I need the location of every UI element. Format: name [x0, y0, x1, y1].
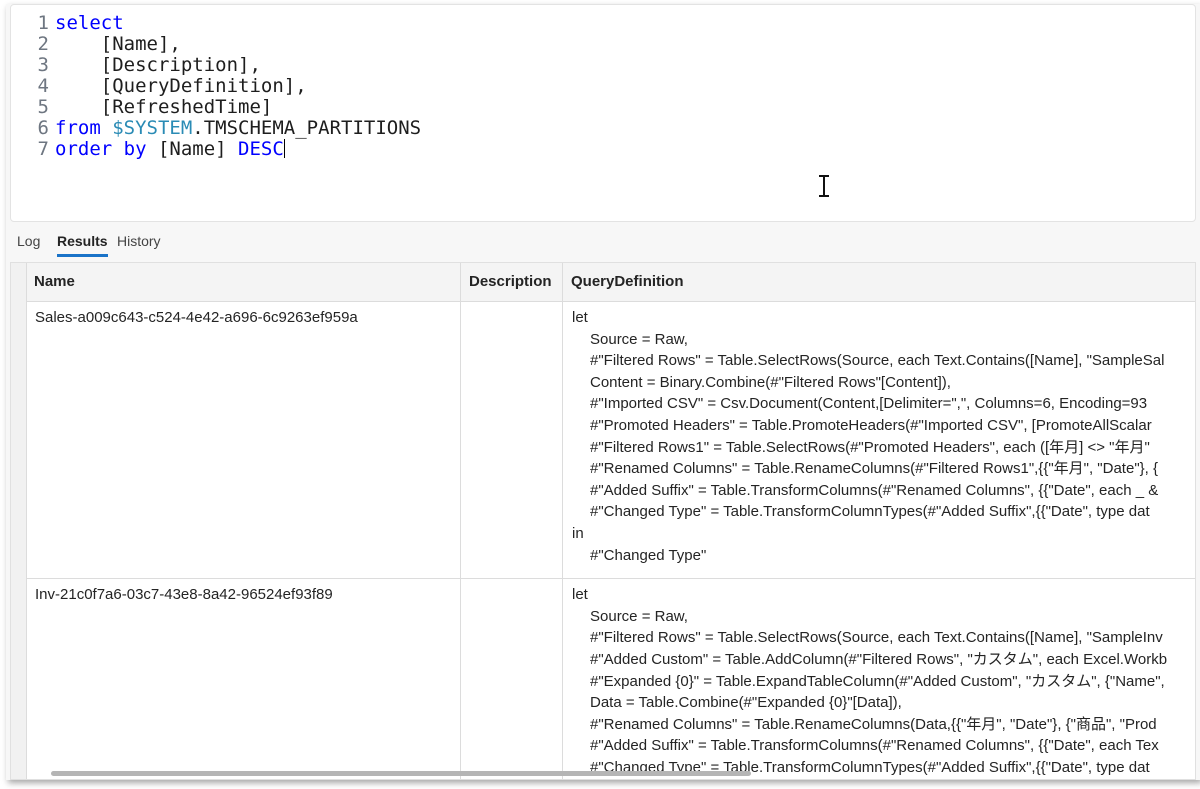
sql-keyword: select [55, 12, 124, 34]
query-line: #"Changed Type" = Table.TransformColumnT… [590, 503, 1150, 521]
line-number: 3 [37, 54, 49, 76]
ibeam-cursor-icon [818, 175, 830, 197]
query-line: Data = Table.Combine(#"Expanded {0}"[Dat… [590, 694, 902, 712]
query-line: #"Filtered Rows" = Table.SelectRows(Sour… [590, 352, 1165, 370]
query-line: #"Changed Type" [590, 546, 707, 564]
sql-keyword: from [55, 117, 101, 139]
query-line: Source = Raw, [590, 330, 688, 348]
tab-history[interactable]: History [117, 233, 161, 254]
query-line: #"Promoted Headers" = Table.PromoteHeade… [590, 416, 1152, 434]
text-caret [283, 139, 285, 158]
sql-system-variable: $SYSTEM [112, 117, 193, 139]
query-line: in [572, 524, 584, 542]
query-line: #"Imported CSV" = Csv.Document(Content,[… [590, 395, 1148, 413]
sql-keyword: DESC [238, 138, 284, 160]
sql-keyword: order by [55, 138, 147, 160]
line-number: 6 [37, 117, 49, 139]
tab-results[interactable]: Results [57, 233, 108, 257]
table-row[interactable]: Inv-21c0f7a6-03c7-43e8-8a42-96524ef93f89… [11, 578, 1195, 779]
line-number: 7 [37, 138, 49, 160]
results-grid: Name Description QueryDefinition Sales-a… [10, 262, 1196, 780]
query-line: #"Expanded {0}" = Table.ExpandTableColum… [590, 672, 1165, 690]
code-text: [Description], [100, 54, 261, 76]
query-window: 1 select 2 [Name], 3 [Description], 4 [Query… [6, 4, 1200, 780]
query-line: Content = Binary.Combine(#"Filtered Rows… [590, 373, 951, 391]
query-editor[interactable]: 1 select 2 [Name], 3 [Description], 4 [Query… [10, 4, 1196, 222]
query-line: #"Filtered Rows1" = Table.SelectRows(#"P… [590, 438, 1150, 456]
cell-description[interactable] [461, 578, 563, 779]
line-number: 2 [37, 33, 49, 55]
row-header-corner [11, 263, 27, 301]
cell-querydefinition[interactable]: let Source = Raw, #"Filtered Rows" = Table… [563, 301, 1195, 578]
code-text: [QueryDefinition], [100, 75, 307, 97]
query-line: #"Renamed Columns" = Table.RenameColumns… [590, 460, 1159, 478]
query-line: Source = Raw, [590, 607, 688, 625]
query-line: #"Filtered Rows" = Table.SelectRows(Sour… [590, 629, 1163, 647]
query-line: #"Added Custom" = Table.AddColumn(#"Filt… [590, 650, 1168, 668]
cell-description[interactable] [461, 301, 563, 579]
grid-header: Name Description QueryDefinition [11, 263, 1195, 302]
horizontal-scrollbar[interactable] [51, 771, 751, 776]
code-line: 2 [Name], [11, 34, 181, 55]
code-text: [Name], [100, 33, 181, 55]
column-header-description[interactable]: Description [461, 263, 563, 301]
code-text: from $SYSTEM.TMSCHEMA_PARTITIONS [55, 117, 422, 139]
code-line: 1 select [11, 13, 124, 34]
query-line: #"Renamed Columns" = Table.RenameColumns… [590, 715, 1157, 733]
code-text: select [49, 13, 124, 34]
code-text: order by [Name] DESC [55, 138, 285, 160]
code-line: 7 order by [Name] DESC [11, 139, 285, 160]
code-line: 4 [QueryDefinition], [11, 76, 307, 97]
query-line: #"Added Suffix" = Table.TransformColumns… [590, 481, 1159, 499]
line-number: 1 [37, 12, 49, 34]
cell-text: Inv-21c0f7a6-03c7-43e8-8a42-96524ef93f89 [35, 586, 333, 604]
row-header[interactable] [11, 578, 27, 779]
column-header-name[interactable]: Name [26, 263, 461, 301]
code-text: [RefreshedTime] [100, 96, 273, 118]
query-line: let [572, 309, 588, 326]
row-header[interactable] [11, 301, 27, 579]
code-line: 5 [RefreshedTime] [11, 96, 273, 118]
cell-querydefinition[interactable]: let Source = Raw, #"Filtered Rows" = Table… [563, 578, 1195, 779]
query-line: #"Added Suffix" = Table.TransformColumns… [590, 737, 1159, 755]
line-number: 4 [37, 75, 49, 97]
table-row[interactable]: Sales-a009c643-c524-4e42-a696-6c9263ef95… [11, 301, 1195, 580]
tab-log[interactable]: Log [17, 233, 40, 254]
cell-name[interactable]: Inv-21c0f7a6-03c7-43e8-8a42-96524ef93f89 [26, 578, 461, 779]
query-line: let [572, 586, 588, 604]
code-line: 3 [Description], [11, 55, 261, 76]
column-header-querydefinition[interactable]: QueryDefinition [563, 263, 1195, 301]
cell-text: Sales-a009c643-c524-4e42-a696-6c9263ef95… [35, 309, 358, 326]
code-line: 6 from $SYSTEM.TMSCHEMA_PARTITIONS [11, 117, 422, 139]
line-number: 5 [37, 96, 49, 118]
cell-name[interactable]: Sales-a009c643-c524-4e42-a696-6c9263ef95… [26, 301, 461, 579]
